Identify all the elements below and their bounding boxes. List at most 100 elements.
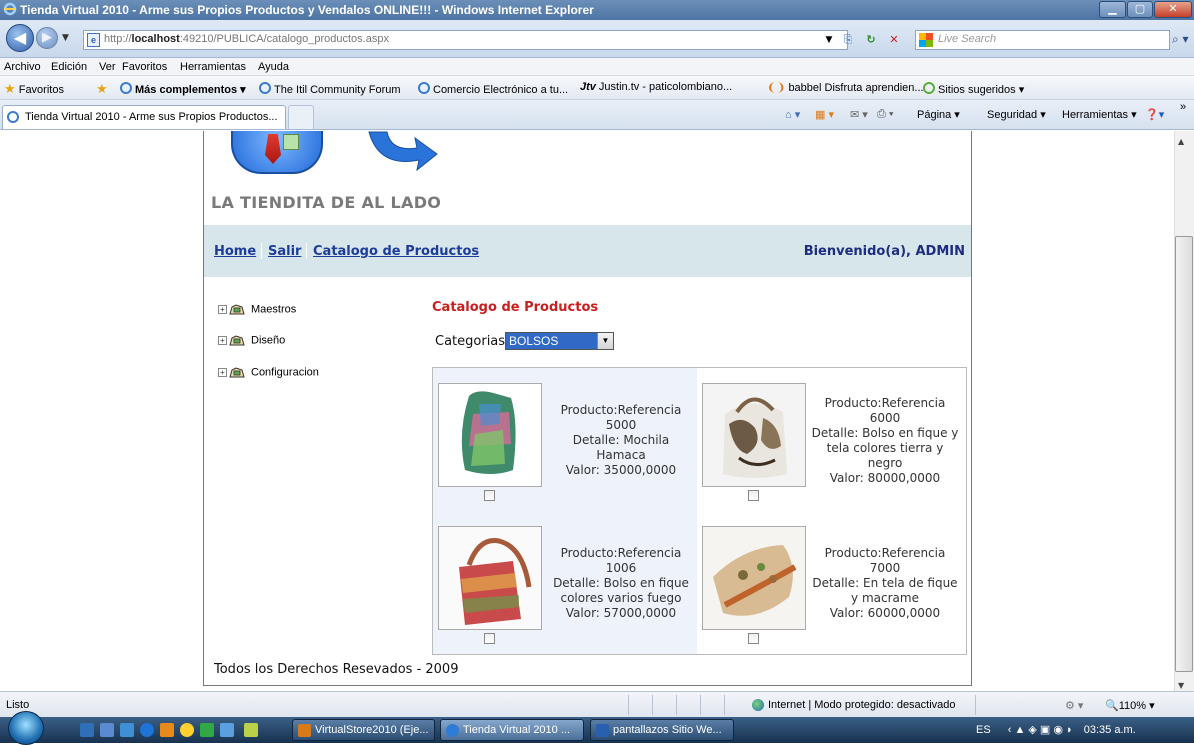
back-button[interactable]: ◀ (6, 24, 34, 52)
clock[interactable]: 03:35 a.m. (1084, 724, 1136, 736)
expand-icon[interactable]: + (218, 336, 227, 345)
fav-label: The Itil Community Forum (274, 84, 401, 96)
search-icon[interactable]: ⌕ ▾ (1172, 32, 1192, 48)
menu-favoritos[interactable]: Favoritos (122, 61, 167, 73)
menu-herramientas-cmd[interactable]: Herramientas ▾ (1062, 108, 1137, 121)
product-detail: Detalle: Bolso en fique y (811, 426, 959, 440)
menu-herramientas[interactable]: Herramientas (180, 61, 246, 73)
status-divider (724, 695, 725, 715)
network-icon[interactable] (220, 723, 234, 737)
menu-seguridad[interactable]: Seguridad ▾ (987, 108, 1046, 121)
product-detail-cont: negro (867, 456, 903, 470)
security-zone[interactable]: Internet | Modo protegido: desactivado (752, 699, 956, 712)
language-indicator[interactable]: ES (976, 724, 991, 736)
nav-catalogo-link[interactable]: Catalogo de Productos (313, 244, 479, 259)
address-input[interactable]: e http://localhost:49210/PUBLICA/catalog… (83, 30, 848, 50)
welcome-text: Bienvenido(a), ADMIN (803, 244, 965, 259)
product-image[interactable] (702, 526, 806, 630)
product-checkbox[interactable] (484, 490, 495, 501)
history-dropdown-icon[interactable]: ▼ (62, 33, 69, 43)
tray-icons[interactable]: ‹ ▲ ◈ ▣ ◉ ◗ (1008, 724, 1073, 736)
forward-button[interactable]: ▶ (36, 27, 58, 49)
app-quicklaunch-icon[interactable] (160, 723, 174, 737)
maximize-button[interactable]: ▢ (1127, 1, 1153, 18)
product-checkbox[interactable] (748, 490, 759, 501)
add-favorites-icon[interactable]: ★ (96, 81, 108, 97)
favorites-button[interactable]: ★ Favoritos (4, 81, 64, 97)
home-icon[interactable]: ⌂ ▾ (785, 108, 800, 121)
fav-comercio-electronico[interactable]: Comercio Electrónico a tu... (418, 81, 568, 96)
messenger-icon[interactable] (180, 723, 194, 737)
fav-sitios-sugeridos[interactable]: Sitios sugeridos ▾ (923, 81, 1024, 96)
product-ref-number: 5000 (605, 418, 637, 432)
chevron-down-icon[interactable]: ▼ (597, 333, 613, 349)
feeds-icon[interactable]: ▦ ▾ (815, 108, 834, 121)
product-image[interactable] (438, 383, 542, 487)
print-icon[interactable]: ⎙ ▾ (877, 108, 893, 121)
project-icon[interactable] (200, 723, 214, 737)
search-input[interactable]: Live Search (915, 30, 1170, 50)
system-tray: ES ‹ ▲ ◈ ▣ ◉ ◗ 03:35 a.m. (976, 723, 1136, 736)
compatibility-icon[interactable]: ⎘ (840, 32, 856, 48)
categories-select[interactable]: BOLSOS ▼ (505, 332, 614, 350)
product-ref-label: Producto:Referencia (560, 403, 682, 417)
taskbar-pantallazos[interactable]: pantallazos Sitio We... (590, 719, 734, 741)
switch-windows-icon[interactable] (100, 723, 114, 737)
fav-justin-tv[interactable]: Jtv Justin.tv - paticolombiano... (580, 81, 732, 93)
tab-tienda-virtual[interactable]: Tienda Virtual 2010 - Arme sus Propios P… (2, 105, 286, 129)
nav-home-link[interactable]: Home (214, 244, 256, 259)
product-detail: Detalle: En tela de fique (812, 576, 958, 590)
product-price: Valor: 35000,0000 (565, 463, 677, 477)
tab-label: Tienda Virtual 2010 - Arme sus Propios P… (25, 111, 278, 123)
scroll-down-icon[interactable]: ▼ (1178, 681, 1184, 690)
nav-salir-link[interactable]: Salir (268, 244, 301, 259)
tree-label: Maestros (251, 303, 297, 316)
product-checkbox[interactable] (484, 633, 495, 644)
show-desktop-icon[interactable] (80, 723, 94, 737)
stop-icon[interactable]: ✕ (886, 32, 902, 48)
scrollbar-thumb[interactable] (1175, 236, 1193, 672)
zoom-level[interactable]: 🔍110% ▾ (1105, 699, 1155, 712)
ie-quicklaunch-icon[interactable] (140, 723, 154, 737)
window-title-bar[interactable]: Tienda Virtual 2010 - Arme sus Propios P… (0, 0, 1194, 20)
more-commands-chevron[interactable]: » (1180, 101, 1186, 113)
address-dropdown-icon[interactable]: ▼ (821, 32, 837, 48)
expand-icon[interactable]: + (218, 368, 227, 377)
product-checkbox[interactable] (748, 633, 759, 644)
menu-ver[interactable]: Ver (99, 61, 116, 73)
fav-itil-forum[interactable]: The Itil Community Forum (259, 81, 401, 96)
close-window-button[interactable]: ✕ (1154, 1, 1192, 18)
tree-item-maestros[interactable]: + Maestros (218, 303, 296, 316)
mail-icon[interactable]: ✉ ▾ (850, 108, 868, 121)
menu-ayuda[interactable]: Ayuda (258, 61, 289, 73)
page-viewport: LA TIENDITA DE AL LADO Home Salir Catalo… (0, 131, 1174, 691)
menu-archivo[interactable]: Archivo (4, 61, 41, 73)
product-image[interactable] (702, 383, 806, 487)
help-icon[interactable]: ❓▾ (1145, 108, 1164, 121)
fav-babbel[interactable]: ❨❩ babbel Disfruta aprendien... (767, 81, 924, 94)
taskbar-tienda-virtual[interactable]: Tienda Virtual 2010 ... (440, 719, 584, 741)
refresh-icon[interactable]: ↻ (863, 32, 879, 48)
scroll-up-icon[interactable]: ▲ (1178, 137, 1184, 146)
menu-pagina[interactable]: Página ▾ (917, 108, 960, 121)
tree-item-configuracion[interactable]: + Configuracion (218, 366, 319, 379)
add-ons-icon[interactable]: ⚙ ▾ (1065, 699, 1083, 712)
expand-icon[interactable]: + (218, 305, 227, 314)
media-icon[interactable] (120, 723, 134, 737)
zoom-text: 110% (1118, 700, 1147, 712)
folder-quicklaunch-icon[interactable] (244, 723, 258, 737)
product-ref-number: 1006 (605, 561, 637, 575)
product-image[interactable] (438, 526, 542, 630)
product-card: Producto:Referencia 7000 Detalle: En tel… (697, 511, 961, 654)
new-tab-button[interactable] (288, 105, 314, 129)
tree-item-diseno[interactable]: + Diseño (218, 334, 285, 347)
fav-label: Comercio Electrónico a tu... (433, 84, 569, 96)
fav-mas-complementos[interactable]: Más complementos ▾ (120, 81, 246, 96)
taskbar-virtualstore[interactable]: VirtualStore2010 (Eje... (292, 719, 435, 741)
menu-edicion[interactable]: Edición (51, 61, 87, 73)
minimize-button[interactable]: ▁ (1099, 1, 1126, 18)
favorites-bar: ★ Favoritos ★ Más complementos ▾ The Iti… (0, 76, 1194, 100)
start-button[interactable] (8, 711, 44, 745)
nav-bar: Home Salir Catalogo de Productos Bienven… (204, 225, 971, 277)
url-path: :49210/PUBLICA/catalogo_productos.aspx (179, 33, 389, 45)
